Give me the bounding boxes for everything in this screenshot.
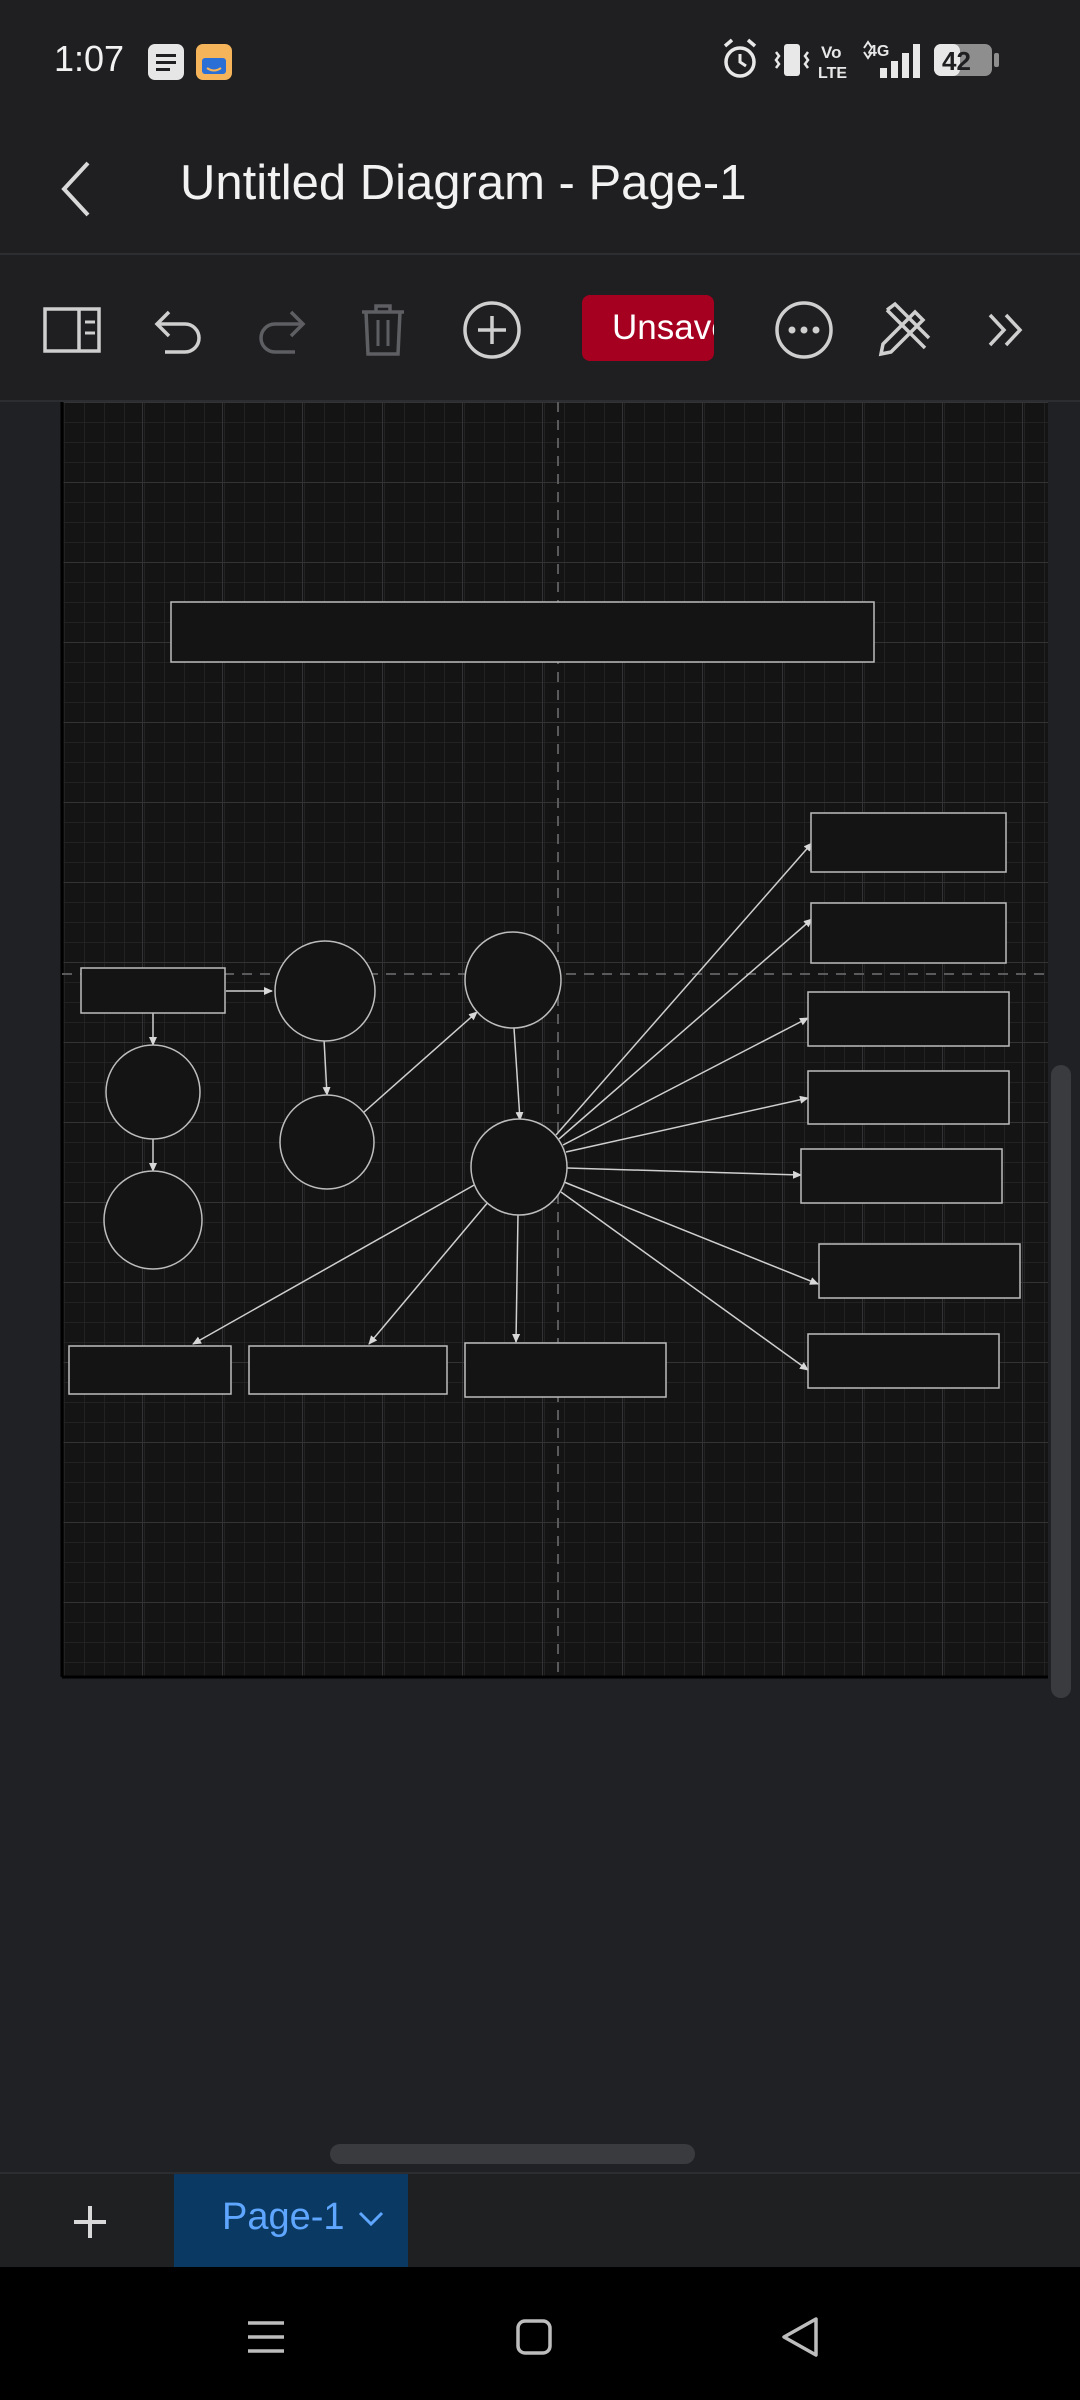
more-icon xyxy=(775,301,833,359)
shopping-icon xyxy=(196,44,232,80)
tab-page-1[interactable]: Page-1 xyxy=(174,2174,408,2269)
menu-button[interactable] xyxy=(236,2307,296,2367)
app-header: Untitled Diagram - Page-1 xyxy=(0,125,1080,253)
signal-icon: 4G xyxy=(863,40,920,78)
rect-right-2[interactable] xyxy=(810,902,1007,964)
title-box[interactable] xyxy=(170,601,875,663)
rect-bottom-2[interactable] xyxy=(248,1345,448,1395)
vertical-scrollbar[interactable] xyxy=(1051,1065,1071,1698)
circle-5[interactable] xyxy=(103,1170,203,1270)
circle-2[interactable] xyxy=(464,931,562,1029)
undo-icon xyxy=(154,310,201,354)
chevron-left-icon xyxy=(61,161,90,217)
rect-right-5[interactable] xyxy=(800,1148,1003,1204)
circle-3[interactable] xyxy=(105,1044,201,1140)
redo-button[interactable] xyxy=(246,295,316,365)
home-icon xyxy=(516,2319,552,2355)
rect-left-1[interactable] xyxy=(80,967,226,1014)
plus-icon xyxy=(74,2206,106,2238)
tab-label: Page-1 xyxy=(222,2196,345,2238)
svg-text:Vo: Vo xyxy=(821,43,841,62)
more-button[interactable] xyxy=(769,295,839,365)
rect-right-4[interactable] xyxy=(807,1070,1010,1125)
svg-text:42: 42 xyxy=(942,46,971,76)
expand-icon xyxy=(988,313,1023,347)
format-panel-icon xyxy=(43,307,101,353)
rect-bottom-3[interactable] xyxy=(464,1342,667,1398)
alarm-icon xyxy=(723,38,757,78)
add-button[interactable] xyxy=(457,295,527,365)
delete-button[interactable] xyxy=(348,295,418,365)
menu-icon xyxy=(248,2321,284,2353)
status-time: 1:07 xyxy=(54,38,125,79)
add-page-button[interactable] xyxy=(62,2194,118,2250)
format-panel-button[interactable] xyxy=(37,295,107,365)
edit-style-icon xyxy=(878,301,931,357)
toolbar: Unsaved xyxy=(0,255,1080,400)
edit-style-button[interactable] xyxy=(870,295,940,365)
vibrate-icon xyxy=(774,44,810,76)
diagram-workspace[interactable] xyxy=(0,402,1080,2172)
expand-button[interactable] xyxy=(972,295,1042,365)
back-nav-button[interactable] xyxy=(770,2307,830,2367)
battery-icon: 42 xyxy=(934,44,999,76)
page-title: Untitled Diagram - Page-1 xyxy=(180,156,747,210)
rect-right-1[interactable] xyxy=(810,812,1007,873)
add-icon xyxy=(463,301,521,359)
svg-text:LTE: LTE xyxy=(818,65,847,82)
circle-hub[interactable] xyxy=(470,1118,568,1216)
volte-icon: Vo LTE xyxy=(818,43,847,82)
home-button[interactable] xyxy=(504,2307,564,2367)
rect-bottom-1[interactable] xyxy=(68,1345,232,1395)
circle-1[interactable] xyxy=(274,940,376,1042)
chevron-down-icon[interactable] xyxy=(356,2204,386,2234)
rect-right-6[interactable] xyxy=(818,1243,1021,1299)
rect-right-7[interactable] xyxy=(807,1333,1000,1389)
undo-button[interactable] xyxy=(144,295,214,365)
notes-icon xyxy=(148,44,184,80)
redo-icon xyxy=(259,310,306,354)
horizontal-scrollbar[interactable] xyxy=(330,2144,695,2164)
diagram-canvas[interactable] xyxy=(0,402,1080,2172)
delete-icon xyxy=(362,304,404,356)
page-tabs-bar: Page-1 xyxy=(0,2172,1080,2269)
circle-4[interactable] xyxy=(279,1094,375,1190)
unsaved-button[interactable]: Unsaved xyxy=(582,295,714,361)
back-icon xyxy=(782,2317,818,2357)
system-nav-bar xyxy=(0,2267,1080,2400)
back-button[interactable] xyxy=(46,153,106,225)
status-icons: Vo LTE 4G 42 xyxy=(720,36,1050,84)
status-bar: 1:07 Vo LTE 4G 42 xyxy=(0,0,1080,125)
rect-right-3[interactable] xyxy=(807,991,1010,1047)
